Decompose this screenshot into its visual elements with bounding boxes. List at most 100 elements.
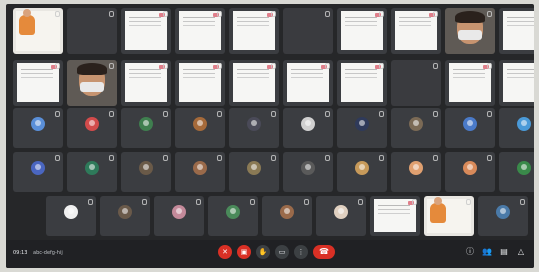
participant-tile[interactable] — [67, 108, 117, 148]
participant-tile[interactable] — [499, 108, 534, 148]
avatar — [301, 161, 315, 175]
photo-figure — [19, 9, 35, 35]
participant-tile[interactable] — [229, 152, 279, 192]
avatar — [85, 117, 99, 131]
avatar — [139, 117, 153, 131]
mic-icon — [217, 11, 222, 17]
participant-tile[interactable] — [337, 152, 387, 192]
avatar — [334, 205, 348, 219]
avatar — [172, 205, 186, 219]
avatar — [355, 117, 369, 131]
video-tile[interactable] — [337, 60, 387, 106]
people-icon[interactable]: 👥 — [482, 246, 492, 258]
face-mask — [80, 82, 104, 92]
participant-tile[interactable] — [13, 152, 63, 192]
participant-row-3 — [46, 196, 534, 236]
video-row-1 — [13, 8, 534, 54]
mic-icon — [109, 111, 114, 117]
avatar — [247, 117, 261, 131]
video-tile[interactable] — [121, 8, 171, 54]
shared-screen — [395, 11, 437, 50]
video-tile[interactable] — [175, 8, 225, 54]
avatar — [496, 205, 510, 219]
participant-tile[interactable] — [478, 196, 528, 236]
avatar — [355, 161, 369, 175]
mic-icon — [163, 155, 168, 161]
video-tile[interactable] — [370, 196, 420, 236]
present-icon[interactable]: ▭ — [275, 245, 289, 259]
participant-tile[interactable] — [13, 108, 63, 148]
avatar — [280, 205, 294, 219]
video-tile[interactable] — [283, 60, 333, 106]
participant-tile[interactable] — [391, 108, 441, 148]
video-tile[interactable] — [424, 196, 474, 236]
participant-tile[interactable] — [208, 196, 258, 236]
mic-icon — [55, 155, 60, 161]
video-tile[interactable] — [337, 8, 387, 54]
video-tile[interactable] — [283, 8, 333, 54]
mic-icon — [55, 63, 60, 69]
participant-tile[interactable] — [154, 196, 204, 236]
avatar — [409, 161, 423, 175]
meeting-time: 09:13 — [13, 250, 28, 256]
participant-tile[interactable] — [262, 196, 312, 236]
video-tile[interactable] — [499, 8, 534, 54]
mic-icon — [325, 11, 330, 17]
hangup-icon[interactable]: ☎ — [313, 245, 335, 259]
video-tile[interactable] — [13, 60, 63, 106]
more-icon[interactable]: ⋮ — [294, 245, 308, 259]
mic-icon — [217, 155, 222, 161]
video-tile[interactable] — [175, 60, 225, 106]
shared-screen — [287, 63, 329, 102]
video-tile[interactable] — [67, 8, 117, 54]
participant-tile[interactable] — [175, 108, 225, 148]
participant-tile[interactable] — [121, 152, 171, 192]
avatar — [247, 161, 261, 175]
hand-icon[interactable]: ✋ — [256, 245, 270, 259]
participant-tile[interactable] — [100, 196, 150, 236]
participant-tile[interactable] — [121, 108, 171, 148]
shared-screen — [17, 63, 59, 102]
activities-icon[interactable]: △ — [516, 246, 526, 258]
participant-tile[interactable] — [283, 108, 333, 148]
video-tile[interactable] — [121, 60, 171, 106]
video-tile[interactable] — [499, 60, 534, 106]
participant-tile[interactable] — [46, 196, 96, 236]
mic-icon — [109, 11, 114, 17]
avatar — [226, 205, 240, 219]
video-tile[interactable] — [391, 60, 441, 106]
video-row-2 — [13, 60, 534, 106]
participant-tile[interactable] — [337, 108, 387, 148]
mic-icon — [379, 155, 384, 161]
participant-tile[interactable] — [175, 152, 225, 192]
participant-tile[interactable] — [499, 152, 534, 192]
video-tile[interactable] — [445, 8, 495, 54]
avatar — [85, 161, 99, 175]
mic-icon — [466, 199, 471, 205]
participant-tile[interactable] — [391, 152, 441, 192]
mic-icon — [379, 63, 384, 69]
participant-tile[interactable] — [283, 152, 333, 192]
mic-icon — [163, 63, 168, 69]
video-tile[interactable] — [391, 8, 441, 54]
mic-icon — [487, 111, 492, 117]
video-tile[interactable] — [13, 8, 63, 54]
mic-off-icon[interactable]: ✕ — [218, 245, 232, 259]
participant-tile[interactable] — [445, 152, 495, 192]
participant-tile[interactable] — [445, 108, 495, 148]
participant-tile[interactable] — [67, 152, 117, 192]
video-tile[interactable] — [229, 8, 279, 54]
participant-tile[interactable] — [316, 196, 366, 236]
video-tile[interactable] — [445, 60, 495, 106]
participant-tile[interactable] — [229, 108, 279, 148]
video-tile[interactable] — [229, 60, 279, 106]
chat-icon[interactable]: ▤ — [499, 246, 509, 258]
camera-off-icon[interactable]: ▣ — [237, 245, 251, 259]
info-icon[interactable]: ⓘ — [465, 246, 475, 258]
video-tile[interactable] — [67, 60, 117, 106]
meeting-code: abc-defg-hij — [33, 250, 63, 256]
shared-screen — [449, 63, 491, 102]
photo-figure — [430, 197, 446, 223]
shared-screen — [179, 11, 221, 50]
mic-icon — [271, 111, 276, 117]
